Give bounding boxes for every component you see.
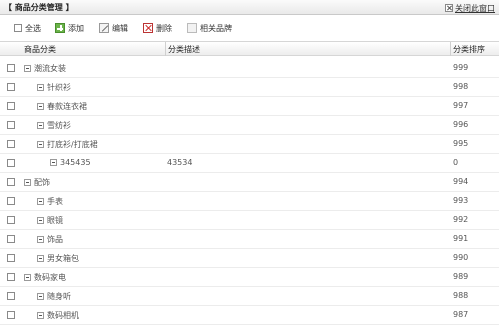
category-sort: 989 bbox=[453, 272, 469, 281]
row-checkbox[interactable] bbox=[7, 83, 15, 91]
table-row[interactable]: 针织衫 998 bbox=[0, 78, 499, 97]
collapse-icon[interactable] bbox=[37, 141, 44, 148]
category-sort: 988 bbox=[453, 291, 469, 300]
category-sort: 996 bbox=[453, 120, 469, 129]
row-checkbox[interactable] bbox=[7, 178, 15, 186]
category-name: 针织衫 bbox=[47, 83, 71, 92]
table-row[interactable]: 配饰 994 bbox=[0, 173, 499, 192]
category-name: 男女箱包 bbox=[47, 254, 79, 263]
header-description: 分类描述 bbox=[168, 45, 200, 54]
table-row[interactable]: 手表 993 bbox=[0, 192, 499, 211]
category-sort: 998 bbox=[453, 82, 469, 91]
category-description: 43534 bbox=[167, 158, 193, 167]
table-row[interactable]: 春款连衣裙 997 bbox=[0, 97, 499, 116]
edit-icon bbox=[99, 23, 109, 33]
close-window-link[interactable]: 关闭此窗口 bbox=[445, 3, 495, 14]
category-sort: 995 bbox=[453, 139, 469, 148]
select-all-checkbox[interactable] bbox=[14, 24, 22, 32]
row-checkbox[interactable] bbox=[7, 292, 15, 300]
collapse-icon[interactable] bbox=[50, 159, 57, 166]
delete-icon bbox=[143, 23, 153, 33]
close-icon bbox=[445, 4, 453, 12]
category-name: 雪纺衫 bbox=[47, 121, 71, 130]
row-checkbox[interactable] bbox=[7, 140, 15, 148]
header-sort: 分类排序 bbox=[453, 45, 485, 54]
category-sort: 0 bbox=[453, 158, 459, 167]
category-sort: 992 bbox=[453, 215, 469, 224]
category-name: 打底衫/打底裙 bbox=[47, 140, 98, 149]
row-checkbox[interactable] bbox=[7, 102, 15, 110]
table-row[interactable]: 数码家电 989 bbox=[0, 268, 499, 287]
row-checkbox[interactable] bbox=[7, 197, 15, 205]
header-divider bbox=[450, 42, 451, 56]
category-name: 配饰 bbox=[34, 178, 50, 187]
table-row[interactable]: 眼镜 992 bbox=[0, 211, 499, 230]
row-checkbox[interactable] bbox=[7, 311, 15, 319]
related-brands-label: 相关品牌 bbox=[200, 23, 232, 33]
collapse-icon[interactable] bbox=[37, 255, 44, 262]
category-sort: 987 bbox=[453, 310, 469, 319]
category-sort: 994 bbox=[453, 177, 469, 186]
table-row[interactable]: 饰品 991 bbox=[0, 230, 499, 249]
table-row[interactable]: 雪纺衫 996 bbox=[0, 116, 499, 135]
table-row[interactable]: 345435 43534 0 bbox=[0, 154, 499, 173]
collapse-icon[interactable] bbox=[37, 293, 44, 300]
collapse-icon[interactable] bbox=[24, 274, 31, 281]
category-name: 饰品 bbox=[47, 235, 63, 244]
window-titlebar: 【 商品分类管理 】 关闭此窗口 bbox=[0, 0, 499, 15]
header-category: 商品分类 bbox=[24, 45, 56, 54]
category-name: 手表 bbox=[47, 197, 63, 206]
table-row[interactable]: 潮流女装 999 bbox=[0, 59, 499, 78]
edit-label: 编辑 bbox=[112, 23, 128, 33]
row-checkbox[interactable] bbox=[7, 273, 15, 281]
row-checkbox[interactable] bbox=[7, 254, 15, 262]
category-name: 潮流女装 bbox=[34, 64, 66, 73]
add-button[interactable]: 添加 bbox=[55, 22, 84, 34]
toolbar: 全选 添加 编辑 删除 相关品牌 bbox=[0, 17, 499, 39]
category-name: 数码相机 bbox=[47, 311, 79, 320]
table-row[interactable]: 随身听 988 bbox=[0, 287, 499, 306]
table-header: 商品分类 分类描述 分类排序 bbox=[0, 41, 499, 56]
select-all-button[interactable]: 全选 bbox=[14, 22, 41, 34]
row-checkbox[interactable] bbox=[7, 64, 15, 72]
category-sort: 993 bbox=[453, 196, 469, 205]
row-checkbox[interactable] bbox=[7, 235, 15, 243]
collapse-icon[interactable] bbox=[37, 236, 44, 243]
table-row[interactable]: 数码相机 987 bbox=[0, 306, 499, 325]
collapse-icon[interactable] bbox=[37, 312, 44, 319]
category-name: 春款连衣裙 bbox=[47, 102, 87, 111]
window-title: 【 商品分类管理 】 bbox=[4, 3, 74, 12]
table-row[interactable]: 打底衫/打底裙 995 bbox=[0, 135, 499, 154]
row-checkbox[interactable] bbox=[7, 216, 15, 224]
header-divider bbox=[165, 42, 166, 56]
close-window-label: 关闭此窗口 bbox=[455, 4, 495, 13]
category-sort: 999 bbox=[453, 63, 469, 72]
collapse-icon[interactable] bbox=[37, 198, 44, 205]
edit-button[interactable]: 编辑 bbox=[99, 22, 128, 34]
select-all-label: 全选 bbox=[25, 23, 41, 33]
collapse-icon[interactable] bbox=[37, 103, 44, 110]
add-icon bbox=[55, 23, 65, 33]
related-brands-button[interactable]: 相关品牌 bbox=[187, 22, 232, 34]
category-sort: 997 bbox=[453, 101, 469, 110]
collapse-icon[interactable] bbox=[37, 84, 44, 91]
brand-icon bbox=[187, 23, 197, 33]
category-name: 数码家电 bbox=[34, 273, 66, 282]
add-label: 添加 bbox=[68, 23, 84, 33]
row-checkbox[interactable] bbox=[7, 121, 15, 129]
category-sort: 990 bbox=[453, 253, 469, 262]
collapse-icon[interactable] bbox=[37, 122, 44, 129]
row-checkbox[interactable] bbox=[7, 159, 15, 167]
table-row[interactable]: 男女箱包 990 bbox=[0, 249, 499, 268]
delete-label: 删除 bbox=[156, 23, 172, 33]
collapse-icon[interactable] bbox=[24, 179, 31, 186]
delete-button[interactable]: 删除 bbox=[143, 22, 172, 34]
category-name: 眼镜 bbox=[47, 216, 63, 225]
collapse-icon[interactable] bbox=[37, 217, 44, 224]
collapse-icon[interactable] bbox=[24, 65, 31, 72]
category-sort: 991 bbox=[453, 234, 469, 243]
category-name: 345435 bbox=[60, 158, 91, 167]
category-name: 随身听 bbox=[47, 292, 71, 301]
